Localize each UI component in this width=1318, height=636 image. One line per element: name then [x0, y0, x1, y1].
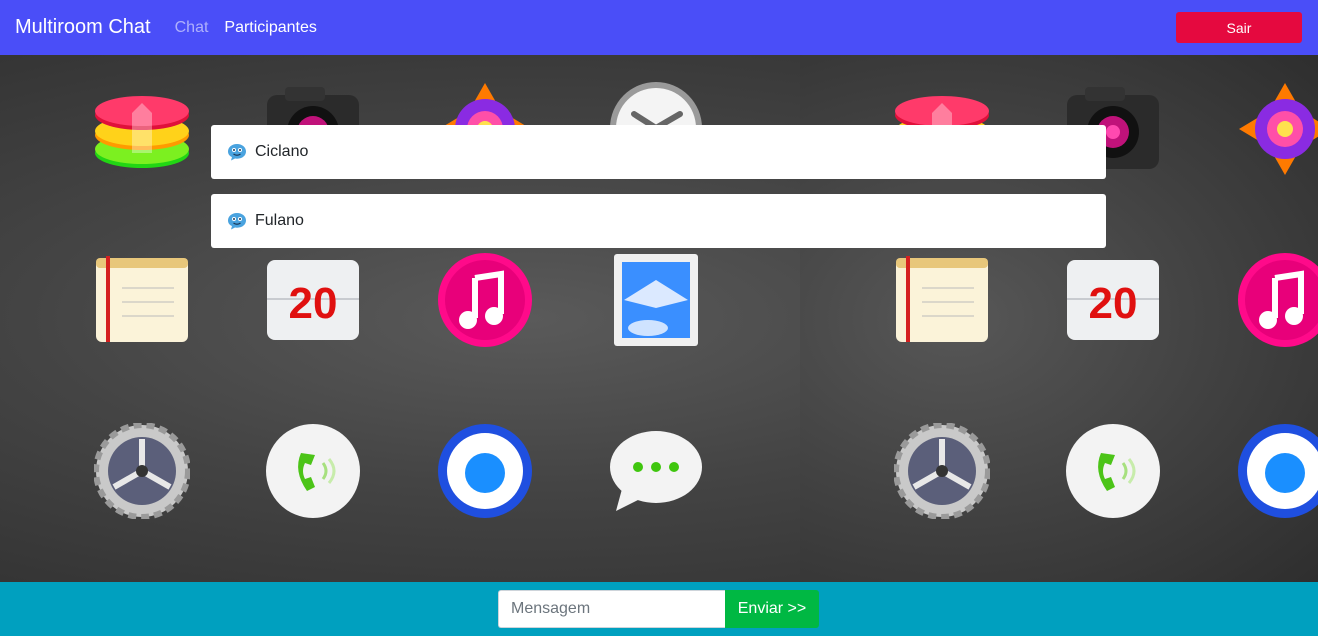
settings-gear-icon — [894, 423, 990, 519]
participant-name: Fulano — [255, 212, 304, 229]
browser-icon — [437, 423, 533, 519]
brand-title[interactable]: Multiroom Chat — [15, 16, 151, 39]
notes-icon — [94, 252, 190, 348]
chat-bubble-face-icon — [227, 211, 247, 231]
chat-bubble-face-icon — [227, 142, 247, 162]
message-bar: Enviar >> — [0, 582, 1318, 636]
exit-button[interactable]: Sair — [1176, 12, 1302, 43]
music-icon — [437, 252, 533, 348]
music-icon — [1237, 252, 1318, 348]
svg-text:20: 20 — [1089, 279, 1138, 328]
calendar-icon: 20 — [265, 252, 361, 348]
send-button[interactable]: Enviar >> — [725, 590, 819, 628]
layers-icon — [94, 83, 190, 179]
navbar: Multiroom Chat Chat Participantes Sair — [0, 0, 1318, 55]
message-input[interactable] — [498, 590, 725, 628]
settings-gear-icon — [94, 423, 190, 519]
phone-icon — [1065, 423, 1161, 519]
notes-icon — [894, 252, 990, 348]
svg-text:20: 20 — [289, 279, 338, 328]
photos-icon — [1237, 81, 1318, 177]
browser-icon — [1237, 423, 1318, 519]
participant-item[interactable]: Fulano — [211, 194, 1106, 248]
participant-item[interactable]: Ciclano — [211, 125, 1106, 179]
mail-stamp-icon — [608, 252, 704, 348]
phone-icon — [265, 423, 361, 519]
nav-link-chat[interactable]: Chat — [175, 19, 209, 37]
calendar-icon: 20 — [1065, 252, 1161, 348]
participant-name: Ciclano — [255, 143, 309, 160]
nav-link-participants[interactable]: Participantes — [224, 19, 317, 37]
messages-icon — [608, 423, 704, 519]
